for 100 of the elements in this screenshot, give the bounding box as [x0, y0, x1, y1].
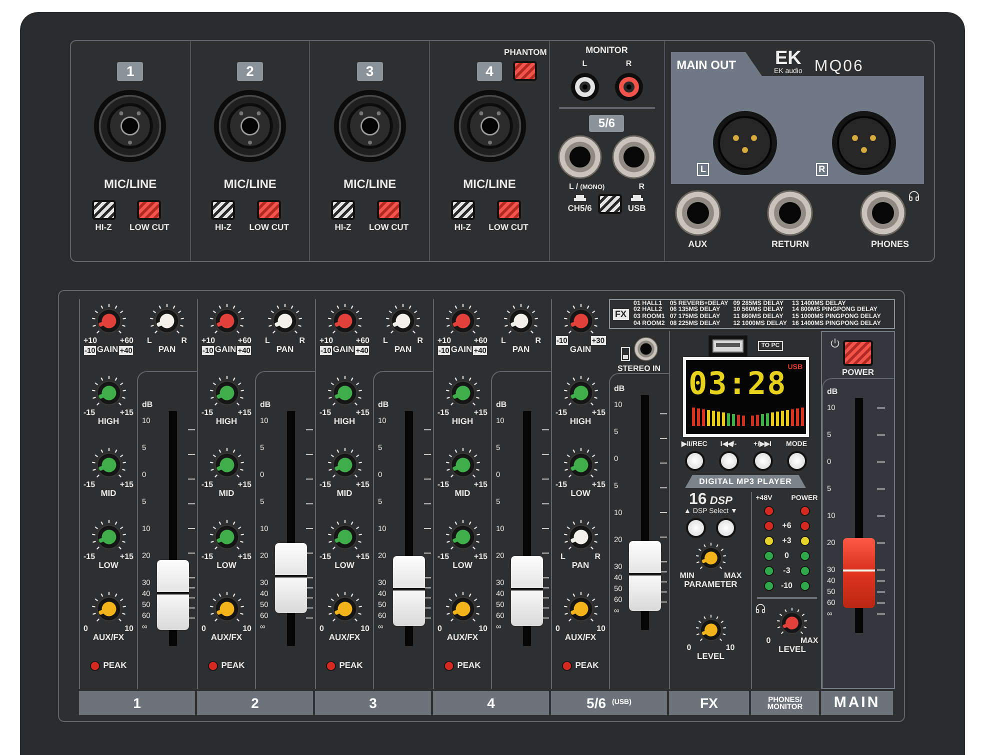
stereo-in-label: STEREO IN: [617, 364, 661, 374]
db-label: dB: [260, 400, 272, 410]
knob-scale-label: 0: [556, 624, 560, 634]
knob-scale-label: +15: [592, 480, 606, 490]
player-button[interactable]: [752, 451, 772, 472]
power-switch[interactable]: [843, 340, 873, 366]
power-icon: [830, 338, 840, 348]
channel-side-label: L: [582, 59, 588, 69]
peak-label: PEAK: [221, 661, 245, 671]
knob-label: LOW: [334, 561, 354, 571]
db-label: dB: [827, 386, 839, 396]
led-icon: [562, 661, 572, 671]
striped-switch[interactable]: [450, 200, 475, 220]
knob-scale-label: +60: [474, 336, 488, 346]
striped-switch[interactable]: [496, 200, 520, 220]
xlr-connector: [712, 110, 778, 176]
knob-scale-label: +60: [356, 336, 370, 346]
switch-label: HI-Z: [95, 222, 112, 233]
channel-number: 2: [237, 62, 263, 81]
striped-switch[interactable]: [137, 200, 162, 220]
knob-label: LOW: [98, 561, 118, 571]
knob-label: AUX/FX: [210, 633, 242, 643]
knob-scale-label: +10: [438, 336, 452, 346]
output-side-label: L: [697, 163, 709, 176]
led-icon: [326, 661, 336, 671]
fader-cap[interactable]: [510, 556, 543, 626]
fader-cap[interactable]: [392, 556, 425, 626]
player-button[interactable]: [718, 451, 738, 472]
db-label: dB: [496, 400, 508, 410]
striped-switch[interactable]: [257, 200, 282, 220]
switch-label: HI-Z: [454, 222, 471, 233]
input-label: MIC/LINE: [463, 178, 516, 192]
knob-label: MID: [454, 489, 470, 499]
knob-scale-label: +10: [320, 336, 334, 346]
knob-scale-label: L: [147, 336, 152, 346]
switch-label: LOW CUT: [368, 222, 409, 233]
knob-scale-label: -15: [438, 408, 450, 418]
channel-number: 4: [476, 62, 502, 81]
db-label: dB: [142, 400, 154, 410]
dsp-up-button[interactable]: [686, 518, 706, 538]
channel-name: 1: [133, 694, 141, 712]
knob-label: HIGH: [570, 417, 592, 427]
switch-label: HI-Z: [214, 222, 232, 233]
model-name: MQ06: [814, 58, 864, 76]
output-side-label: R: [816, 163, 828, 176]
channel-side-label: R: [638, 182, 644, 191]
led-icon: [444, 661, 454, 671]
switch-label: LOW CUT: [249, 222, 289, 233]
player-title: DIGITAL MP3 PLAYER: [685, 475, 806, 488]
device-icon: [620, 347, 630, 361]
channel-name: 3: [369, 694, 377, 712]
fx-label: FX: [613, 308, 629, 320]
knob-scale-label: -15: [84, 552, 96, 562]
knob-scale-label: L: [265, 336, 270, 346]
knob-scale-label: +60: [120, 336, 134, 346]
knob-scale-label: +15: [238, 552, 252, 562]
player-button[interactable]: [684, 451, 704, 472]
knob-scale-label: L: [560, 552, 566, 562]
knob-scale-label: R: [535, 336, 541, 346]
phantom-switch[interactable]: [513, 61, 538, 81]
source-switch[interactable]: [598, 194, 622, 214]
knob-scale-label: -15: [556, 408, 568, 418]
knob-label: GAIN: [570, 345, 592, 355]
input-label: MIC/LINE: [104, 178, 157, 192]
channel-name: 4: [487, 694, 495, 712]
knob-scale-label: -15: [84, 480, 96, 490]
channel-name: 2: [251, 694, 259, 712]
fader-cap[interactable]: [274, 543, 307, 614]
knob-label: PAN: [572, 561, 590, 571]
player-button[interactable]: [786, 451, 806, 472]
fader-cap[interactable]: [628, 540, 661, 611]
jack-socket: [860, 190, 906, 236]
knob-label: PAN: [512, 345, 530, 355]
channel-number: 3: [356, 62, 383, 81]
knob-scale-label: +15: [120, 552, 134, 562]
dsp-down-button[interactable]: [716, 518, 736, 538]
striped-switch[interactable]: [211, 200, 236, 220]
switch-label: USB: [628, 204, 646, 214]
jack-label: AUX: [688, 239, 708, 250]
jack-socket: [558, 134, 602, 179]
knob-scale-label: +15: [120, 408, 134, 418]
knob-scale-label: 10: [726, 643, 735, 652]
fader-cap[interactable]: [156, 560, 189, 630]
rca-socket: [614, 72, 644, 102]
knob-scale-label: +10: [202, 336, 216, 346]
peak-label: PEAK: [339, 661, 363, 671]
meter-scale-label: 0: [784, 551, 789, 560]
striped-switch[interactable]: [92, 200, 116, 220]
striped-switch[interactable]: [330, 200, 355, 220]
knob-scale-label: MAX: [800, 636, 818, 645]
jack-socket: [612, 134, 656, 179]
knob-scale-label: 10: [360, 624, 370, 634]
knob-scale-label: R: [181, 336, 187, 346]
knob-label: GAIN: [214, 345, 236, 355]
monitor-label: MONITOR: [586, 45, 628, 56]
striped-switch[interactable]: [376, 200, 401, 220]
knob-scale-label: +15: [238, 408, 252, 418]
headphones-icon: [755, 602, 766, 614]
channel-name: MAIN: [834, 694, 880, 712]
knob-label: AUX/FX: [446, 633, 478, 643]
